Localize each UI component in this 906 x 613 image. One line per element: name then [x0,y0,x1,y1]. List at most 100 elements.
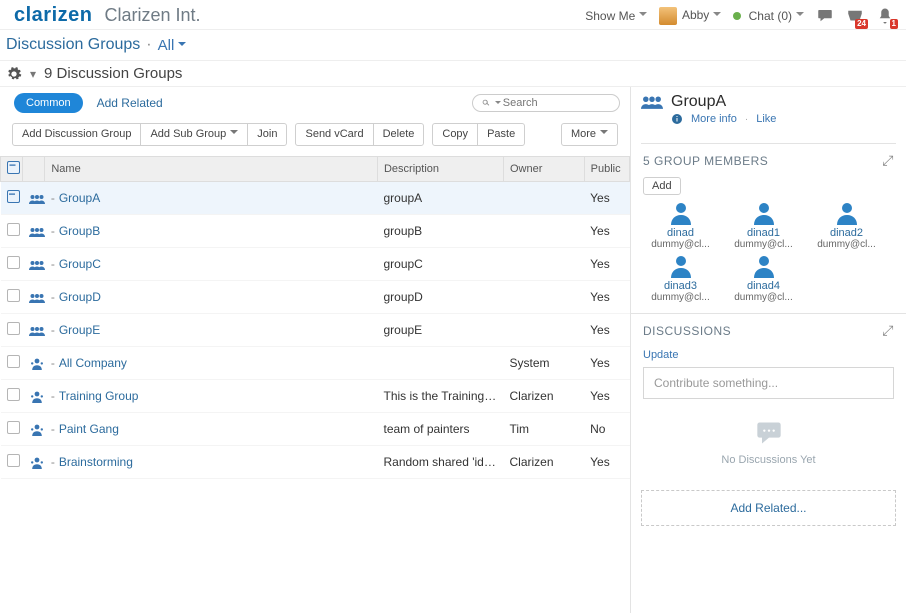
row-checkbox[interactable] [7,421,20,434]
person-icon [669,201,693,225]
row-checkbox[interactable] [7,454,20,467]
member-card[interactable]: dinad1dummy@cl... [726,201,801,250]
chat-menu[interactable]: Chat (0) [733,9,804,23]
like-link[interactable]: Like [756,113,776,125]
table-row[interactable]: -GroupCgroupCYes [1,248,630,281]
add-sub-group-button[interactable]: Add Sub Group [140,123,248,146]
user-name: Abby [682,8,721,22]
row-checkbox[interactable] [7,322,20,335]
row-description: groupD [377,281,503,314]
row-owner [503,314,584,347]
expand-members-icon[interactable]: ⤢ [882,152,894,169]
tree-dash: - [51,389,55,403]
bell-icon[interactable]: 1 [876,7,894,25]
header-public[interactable]: Public [584,157,629,182]
member-name[interactable]: dinad [643,227,718,239]
member-email: dummy@cl... [726,239,801,250]
row-checkbox[interactable] [7,190,20,203]
header-description[interactable]: Description [377,157,503,182]
row-public: Yes [584,314,629,347]
row-checkbox[interactable] [7,256,20,269]
header-checkbox[interactable] [1,157,23,182]
table-row[interactable]: -GroupDgroupDYes [1,281,630,314]
more-info-link[interactable]: More info [691,113,737,125]
table-row[interactable]: -GroupEgroupEYes [1,314,630,347]
speech-icon[interactable] [816,7,834,25]
gear-icon[interactable] [6,66,22,82]
expand-discussions-icon[interactable]: ⤢ [882,322,894,339]
group-name-link[interactable]: GroupC [59,257,101,271]
member-name[interactable]: dinad2 [809,227,884,239]
add-member-button[interactable]: Add [643,177,681,195]
member-name[interactable]: dinad4 [726,280,801,292]
member-name[interactable]: dinad3 [643,280,718,292]
header-name[interactable]: Name [45,157,378,182]
table-row[interactable]: -All CompanySystemYes [1,347,630,380]
member-email: dummy@cl... [809,239,884,250]
person-icon [669,254,693,278]
tab-common[interactable]: Common [14,93,83,113]
table-row[interactable]: -GroupAgroupAYes [1,182,630,215]
left-pane: Common Add Related Add Discussion Group … [0,87,631,613]
tree-dash: - [51,422,55,436]
group-name-link[interactable]: GroupB [59,224,100,238]
table-row[interactable]: -Training GroupThis is the Training Grou… [1,380,630,413]
copy-button[interactable]: Copy [432,123,478,146]
show-me-menu[interactable]: Show Me [585,9,647,23]
filter-all-dropdown[interactable]: All [158,37,187,54]
inbox-icon[interactable]: 24 [846,7,864,25]
member-card[interactable]: dinad2dummy@cl... [809,201,884,250]
group-name-link[interactable]: Training Group [59,389,139,403]
paste-button[interactable]: Paste [477,123,525,146]
row-checkbox[interactable] [7,388,20,401]
add-discussion-group-button[interactable]: Add Discussion Group [12,123,141,146]
row-owner: Clarizen [503,380,584,413]
contribute-input[interactable]: Contribute something... [643,367,894,399]
user-menu[interactable]: Abby [659,7,721,25]
row-checkbox[interactable] [7,223,20,236]
toolbar: Add Discussion Group Add Sub Group Join … [0,119,630,156]
row-description: groupE [377,314,503,347]
discussions-section-title: DISCUSSIONS [643,324,731,338]
row-checkbox[interactable] [7,289,20,302]
no-discussions: No Discussions Yet [643,419,894,466]
row-description: groupA [377,182,503,215]
table-row[interactable]: -GroupBgroupBYes [1,215,630,248]
row-owner: Clarizen [503,446,584,479]
header-owner[interactable]: Owner [503,157,584,182]
group-name-link[interactable]: Paint Gang [59,422,119,436]
member-card[interactable]: dinad4dummy@cl... [726,254,801,303]
search-input[interactable] [501,96,611,110]
add-related-button[interactable]: Add Related... [641,490,896,526]
group-name-link[interactable]: All Company [59,356,127,370]
row-checkbox[interactable] [7,355,20,368]
row-public: Yes [584,347,629,380]
group-name-link[interactable]: GroupE [59,323,100,337]
row-public: Yes [584,446,629,479]
members-grid: dinaddummy@cl...dinad1dummy@cl...dinad2d… [643,201,894,303]
group-name-link[interactable]: Brainstorming [59,455,133,469]
info-icon [671,113,683,125]
update-link[interactable]: Update [643,349,678,361]
member-card[interactable]: dinad3dummy@cl... [643,254,718,303]
table-row[interactable]: -BrainstormingRandom shared 'ideas ...Cl… [1,446,630,479]
avatar [659,7,677,25]
member-card[interactable]: dinaddummy@cl... [643,201,718,250]
row-description: groupB [377,215,503,248]
breadcrumb: Discussion Groups · All [0,30,906,60]
table-row[interactable]: -Paint Gangteam of paintersTimNo [1,413,630,446]
join-button[interactable]: Join [247,123,287,146]
send-vcard-button[interactable]: Send vCard [295,123,373,146]
app-logo[interactable]: clarizen [4,4,102,27]
group-name-link[interactable]: GroupA [59,191,100,205]
search-box[interactable] [472,94,620,112]
inbox-badge: 24 [855,19,868,29]
member-name[interactable]: dinad1 [726,227,801,239]
more-button[interactable]: More [561,123,618,146]
tab-add-related[interactable]: Add Related [97,96,163,110]
row-description: team of painters [377,413,503,446]
row-owner: System [503,347,584,380]
group-name-link[interactable]: GroupD [59,290,101,304]
delete-button[interactable]: Delete [373,123,425,146]
group-type-icon [23,380,45,413]
